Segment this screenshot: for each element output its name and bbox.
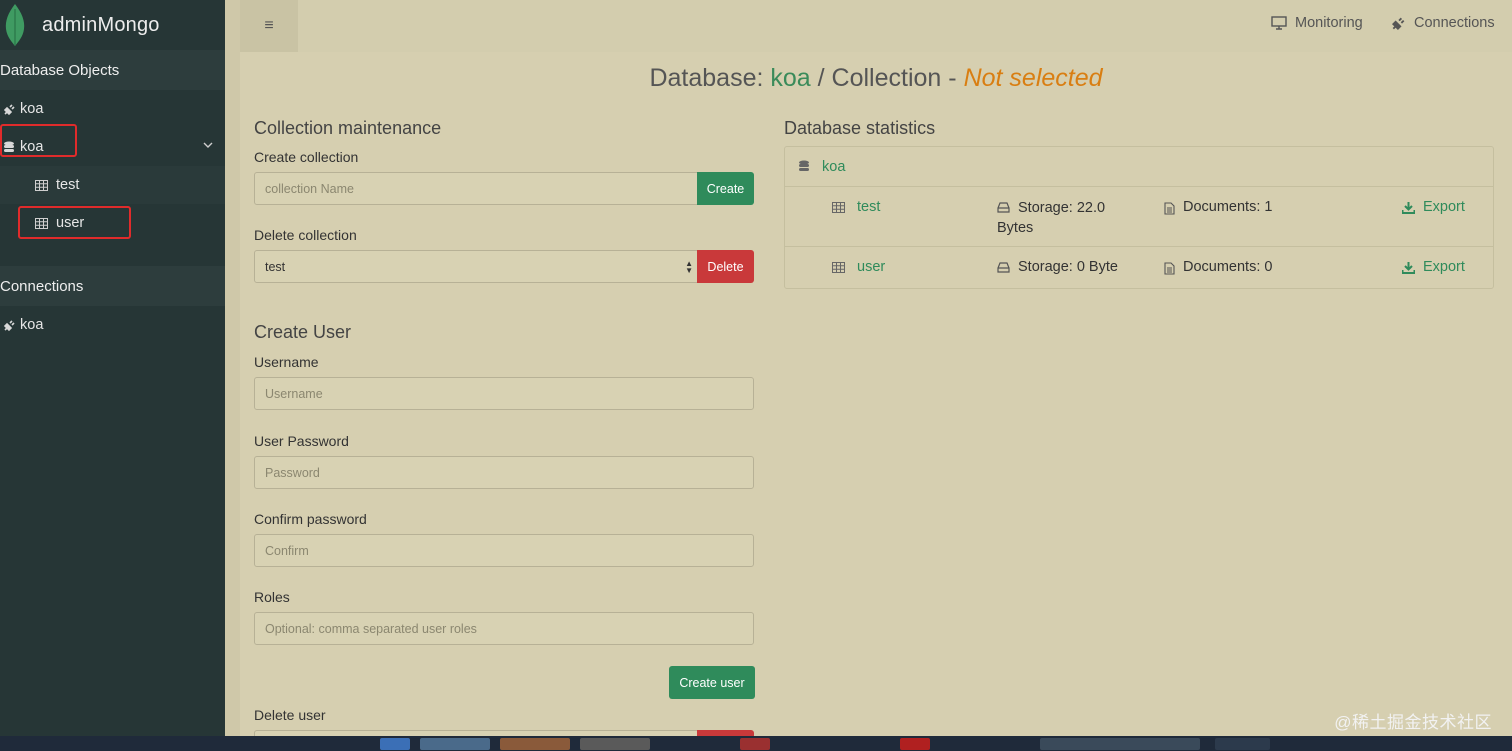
sidebar: adminMongo Database Objects koa koa test… bbox=[0, 0, 225, 751]
title-prefix: Database: bbox=[649, 64, 764, 92]
password-label: User Password bbox=[254, 433, 349, 449]
collection-cell: user bbox=[832, 259, 885, 275]
sidebar-toggle-button[interactable]: ≡ bbox=[240, 0, 298, 52]
stats-db-row: koa bbox=[785, 147, 1493, 187]
taskbar-app-icon[interactable] bbox=[580, 738, 650, 750]
stats-row-test: test Storage: 22.0 Bytes Documents: 1 Ex… bbox=[785, 187, 1493, 247]
connections-header: Connections bbox=[0, 266, 225, 306]
download-icon bbox=[1402, 202, 1415, 214]
stats-panel: koa test Storage: 22.0 Bytes Documents: … bbox=[784, 146, 1494, 289]
stats-row-user: user Storage: 0 Byte Documents: 0 Export bbox=[785, 247, 1493, 288]
collection-name-input[interactable]: collection Name bbox=[254, 172, 698, 205]
hdd-icon bbox=[997, 202, 1010, 213]
collection-link[interactable]: test bbox=[857, 199, 880, 215]
sidebar-collection-label: test bbox=[56, 177, 80, 193]
select-value: test bbox=[265, 259, 286, 274]
collection-link[interactable]: user bbox=[857, 259, 885, 275]
plug-icon bbox=[0, 103, 18, 116]
database-objects-header: Database Objects bbox=[0, 50, 225, 90]
create-user-button[interactable]: Create user bbox=[669, 666, 755, 699]
create-user-heading: Create User bbox=[254, 322, 352, 342]
brand[interactable]: adminMongo bbox=[0, 0, 225, 50]
delete-collection-select[interactable]: test ▲ ▼ bbox=[254, 250, 698, 283]
documents-value: Documents: 0 bbox=[1183, 259, 1273, 275]
taskbar-app-icon[interactable] bbox=[500, 738, 570, 750]
storage-value: Storage: 0 Byte bbox=[1018, 259, 1118, 275]
watermark: @稀土掘金技术社区 bbox=[1334, 713, 1492, 732]
delete-user-label: Delete user bbox=[254, 707, 326, 723]
taskbar-app-icon[interactable] bbox=[740, 738, 770, 750]
table-icon bbox=[832, 262, 845, 273]
main-content: Database: koa / Collection - Not selecte… bbox=[240, 52, 1512, 751]
hamburger-icon: ≡ bbox=[264, 17, 274, 34]
connections-link[interactable]: Connections bbox=[1391, 15, 1495, 31]
title-database[interactable]: koa bbox=[770, 64, 810, 92]
file-icon bbox=[1164, 262, 1175, 275]
connections-label: Connections bbox=[1414, 15, 1495, 31]
sidebar-connection-koa[interactable]: koa bbox=[0, 306, 225, 344]
storage-value: Storage: 22.0 bbox=[1018, 200, 1106, 216]
stats-heading: Database statistics bbox=[784, 118, 936, 138]
documents-cell: Documents: 1 bbox=[1164, 199, 1272, 215]
export-label: Export bbox=[1423, 199, 1465, 215]
hdd-icon bbox=[997, 262, 1010, 273]
roles-input[interactable]: Optional: comma separated user roles bbox=[254, 612, 754, 645]
maintenance-heading: Collection maintenance bbox=[254, 118, 442, 138]
sidebar-item-koa-objects[interactable]: koa bbox=[0, 90, 225, 128]
sidebar-item-label: koa bbox=[20, 101, 44, 117]
sidebar-collection-test[interactable]: test bbox=[0, 166, 225, 204]
download-icon bbox=[1402, 262, 1415, 274]
sidebar-database-koa[interactable]: koa bbox=[0, 124, 225, 166]
username-label: Username bbox=[254, 354, 319, 370]
highlight-box bbox=[18, 206, 131, 239]
title-middle: / Collection - bbox=[817, 64, 957, 92]
topbar: ≡ Monitoring Connections bbox=[240, 0, 1512, 52]
sidebar-item-label: koa bbox=[20, 317, 44, 333]
export-button[interactable]: Export bbox=[1402, 199, 1465, 215]
confirm-password-input[interactable]: Confirm bbox=[254, 534, 754, 567]
taskbar-tray[interactable] bbox=[1040, 738, 1200, 750]
delete-collection-button[interactable]: Delete bbox=[697, 250, 754, 283]
create-collection-label: Create collection bbox=[254, 149, 359, 165]
taskbar-app-icon[interactable] bbox=[420, 738, 490, 750]
monitoring-label: Monitoring bbox=[1295, 15, 1363, 31]
stats-db-link[interactable]: koa bbox=[822, 159, 845, 175]
page-title: Database: koa / Collection - Not selecte… bbox=[240, 64, 1512, 93]
highlight-box bbox=[0, 124, 77, 157]
monitoring-link[interactable]: Monitoring bbox=[1271, 15, 1363, 31]
username-input[interactable]: Username bbox=[254, 377, 754, 410]
documents-value: Documents: 1 bbox=[1183, 199, 1273, 215]
delete-collection-label: Delete collection bbox=[254, 227, 357, 243]
database-icon bbox=[798, 160, 810, 173]
gutter bbox=[225, 0, 240, 751]
monitor-icon bbox=[1271, 16, 1287, 30]
table-icon bbox=[30, 179, 52, 191]
password-input[interactable]: Password bbox=[254, 456, 754, 489]
taskbar-app-icon[interactable] bbox=[380, 738, 410, 750]
title-collection: Not selected bbox=[963, 64, 1103, 92]
sidebar-collection-user[interactable]: user bbox=[0, 204, 225, 242]
table-icon bbox=[832, 202, 845, 213]
collection-cell: test bbox=[832, 199, 880, 215]
plug-icon bbox=[1391, 16, 1406, 31]
taskbar-clock[interactable] bbox=[1215, 738, 1270, 750]
taskbar-app-icon[interactable] bbox=[900, 738, 930, 750]
documents-cell: Documents: 0 bbox=[1164, 259, 1272, 275]
confirm-password-label: Confirm password bbox=[254, 511, 367, 527]
app-name: adminMongo bbox=[42, 13, 160, 36]
plug-icon bbox=[0, 319, 18, 332]
storage-cell: Storage: 22.0 Bytes bbox=[997, 199, 1105, 238]
mongodb-leaf-icon bbox=[5, 4, 25, 46]
export-button[interactable]: Export bbox=[1402, 259, 1465, 275]
storage-unit: Bytes bbox=[997, 220, 1034, 236]
storage-cell: Storage: 0 Byte bbox=[997, 259, 1118, 275]
file-icon bbox=[1164, 202, 1175, 215]
chevron-down-icon[interactable] bbox=[203, 140, 213, 150]
roles-label: Roles bbox=[254, 589, 290, 605]
export-label: Export bbox=[1423, 259, 1465, 275]
select-arrows-icon: ▲ ▼ bbox=[685, 259, 693, 275]
create-collection-button[interactable]: Create bbox=[697, 172, 754, 205]
